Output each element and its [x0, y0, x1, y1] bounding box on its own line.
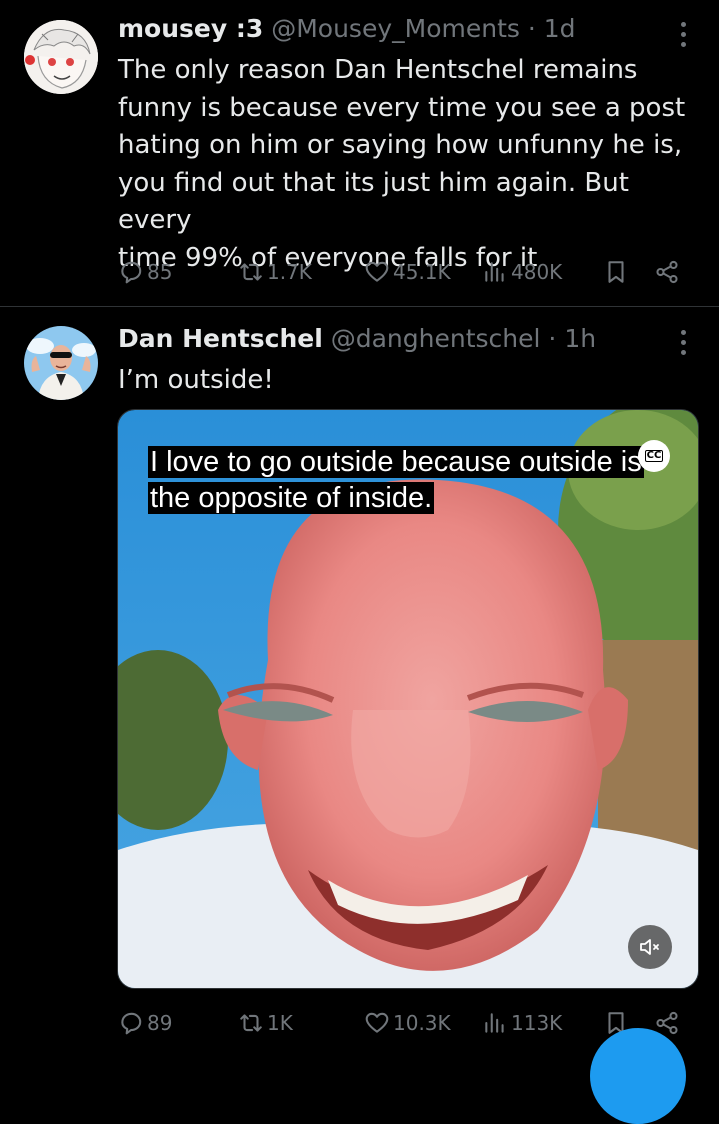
tweet-header: mousey :3 @Mousey_Moments · 1d: [118, 14, 659, 43]
views-button[interactable]: 480K: [482, 257, 562, 287]
repost-button[interactable]: 1K: [238, 1008, 293, 1038]
cc-icon: CC: [644, 450, 664, 462]
view-count: 480K: [511, 260, 563, 284]
display-name[interactable]: mousey :3: [118, 14, 263, 43]
muted-speaker-icon: [640, 939, 659, 955]
avatar-mousey[interactable]: [24, 20, 98, 94]
like-count: 10.3K: [393, 1011, 451, 1035]
more-vertical-icon[interactable]: [673, 20, 693, 50]
timestamp[interactable]: 1h: [564, 324, 596, 353]
caption-line: the opposite of inside.: [148, 482, 435, 514]
timestamp[interactable]: 1d: [544, 14, 576, 43]
separator-dot: ·: [548, 324, 557, 353]
video-player[interactable]: I love to go outside because outside is …: [117, 409, 699, 989]
mute-button[interactable]: [628, 925, 672, 969]
tweet-header: Dan Hentschel @danghentschel · 1h: [118, 324, 659, 353]
anime-avatar-icon: [24, 20, 98, 94]
caption-line: I love to go outside because outside is: [148, 446, 644, 478]
user-handle[interactable]: @danghentschel: [331, 324, 541, 353]
view-count: 113K: [511, 1011, 563, 1035]
share-icon: [656, 260, 678, 284]
tweet-text-line: hating on him or saying how unfunny he i…: [118, 130, 683, 160]
user-handle[interactable]: @Mousey_Moments: [271, 14, 520, 43]
action-bar: 89 1K 10.3K 113K: [118, 1008, 690, 1038]
like-button[interactable]: 10.3K: [364, 1008, 451, 1038]
tweet-text-line: funny is because every time you see a po…: [118, 92, 686, 123]
like-button[interactable]: 45.1K: [364, 257, 451, 287]
action-bar: 85 1.7K 45.1K 480K: [118, 257, 690, 287]
repost-count: 1K: [267, 1011, 293, 1035]
display-name[interactable]: Dan Hentschel: [118, 324, 323, 353]
reply-icon: [121, 261, 142, 284]
bookmark-icon: [608, 261, 624, 283]
repost-icon: [240, 1014, 262, 1032]
repost-count: 1.7K: [267, 260, 312, 284]
reply-icon: [121, 1012, 142, 1035]
bookmark-button[interactable]: [603, 257, 629, 287]
reply-button[interactable]: 85: [118, 257, 172, 287]
tweet-text: The only reason Dan Hentschel remains fu…: [118, 52, 698, 277]
views-icon: [485, 262, 504, 282]
heart-icon: [365, 1012, 389, 1033]
tweet-1[interactable]: mousey :3 @Mousey_Moments · 1d The only …: [0, 0, 719, 306]
compose-button[interactable]: [590, 1028, 686, 1124]
heart-icon: [365, 261, 389, 282]
reply-count: 85: [147, 260, 173, 284]
repost-button[interactable]: 1.7K: [238, 257, 312, 287]
closed-captions-button[interactable]: CC: [638, 440, 670, 472]
like-count: 45.1K: [393, 260, 451, 284]
share-button[interactable]: [654, 257, 680, 287]
profile-photo-icon: [24, 326, 98, 400]
reply-count: 89: [147, 1011, 173, 1035]
repost-icon: [240, 263, 262, 281]
video-caption: I love to go outside because outside is …: [148, 444, 653, 516]
tweet-text: I’m outside!: [118, 365, 274, 395]
views-button[interactable]: 113K: [482, 1008, 562, 1038]
more-vertical-icon[interactable]: [673, 328, 693, 358]
tweet-text-line: you find out that its just him again. Bu…: [118, 167, 629, 236]
views-icon: [485, 1013, 504, 1033]
separator-dot: ·: [527, 14, 536, 43]
tweet-text-line: The only reason Dan Hentschel remains: [118, 55, 638, 85]
avatar-dan-hentschel[interactable]: [24, 326, 98, 400]
reply-button[interactable]: 89: [118, 1008, 172, 1038]
